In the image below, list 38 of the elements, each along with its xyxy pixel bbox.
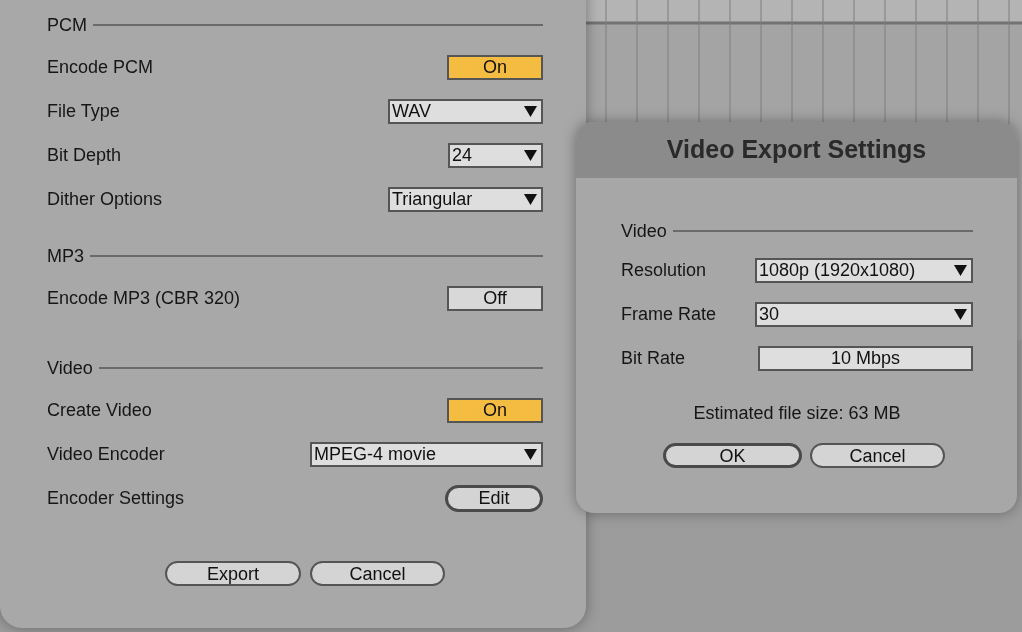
toggle-button[interactable]: Off — [447, 285, 543, 311]
setting-label: Bit Depth — [47, 143, 122, 167]
cancel-button[interactable]: Cancel — [310, 561, 445, 586]
section-title: Video — [47, 356, 93, 380]
dropdown[interactable]: MPEG-4 movie — [310, 441, 543, 467]
ok-button[interactable]: OK — [663, 443, 802, 468]
input-field[interactable]: 10 Mbps — [758, 345, 973, 371]
caret-icon — [954, 308, 967, 320]
setting-label: Create Video — [47, 398, 152, 422]
export-button[interactable]: Export — [165, 561, 301, 586]
caret-icon — [524, 193, 537, 205]
setting-label: Encode PCM — [47, 55, 154, 79]
file-size-estimate: Estimated file size: 63 MB — [693, 402, 901, 425]
section-title: MP3 — [47, 244, 84, 268]
toggle-button[interactable]: On — [447, 397, 543, 423]
edit-button[interactable]: Edit — [445, 484, 543, 512]
setting-label: Video Encoder — [47, 442, 165, 466]
setting-label: Resolution — [621, 258, 707, 282]
dropdown[interactable]: Triangular — [388, 186, 543, 212]
setting-label: Frame Rate — [621, 302, 717, 326]
caret-icon — [524, 149, 537, 161]
dropdown[interactable]: 30 — [755, 301, 973, 327]
section-title: PCM — [47, 13, 87, 37]
setting-label: Encode MP3 (CBR 320) — [47, 286, 241, 310]
dialog-title: Video Export Settings — [666, 134, 927, 166]
setting-label: File Type — [47, 99, 120, 123]
caret-icon — [954, 264, 967, 276]
toggle-button[interactable]: On — [447, 54, 543, 80]
dropdown[interactable]: 1080p (1920x1080) — [755, 257, 973, 283]
setting-label: Bit Rate — [621, 346, 686, 370]
dropdown[interactable]: 24 — [448, 142, 543, 168]
setting-label: Dither Options — [47, 187, 163, 211]
section-title: Video — [621, 219, 667, 243]
setting-label: Encoder Settings — [47, 486, 185, 510]
caret-icon — [524, 448, 537, 460]
cancel-button[interactable]: Cancel — [810, 443, 945, 468]
dropdown[interactable]: WAV — [388, 98, 543, 124]
caret-icon — [524, 105, 537, 117]
